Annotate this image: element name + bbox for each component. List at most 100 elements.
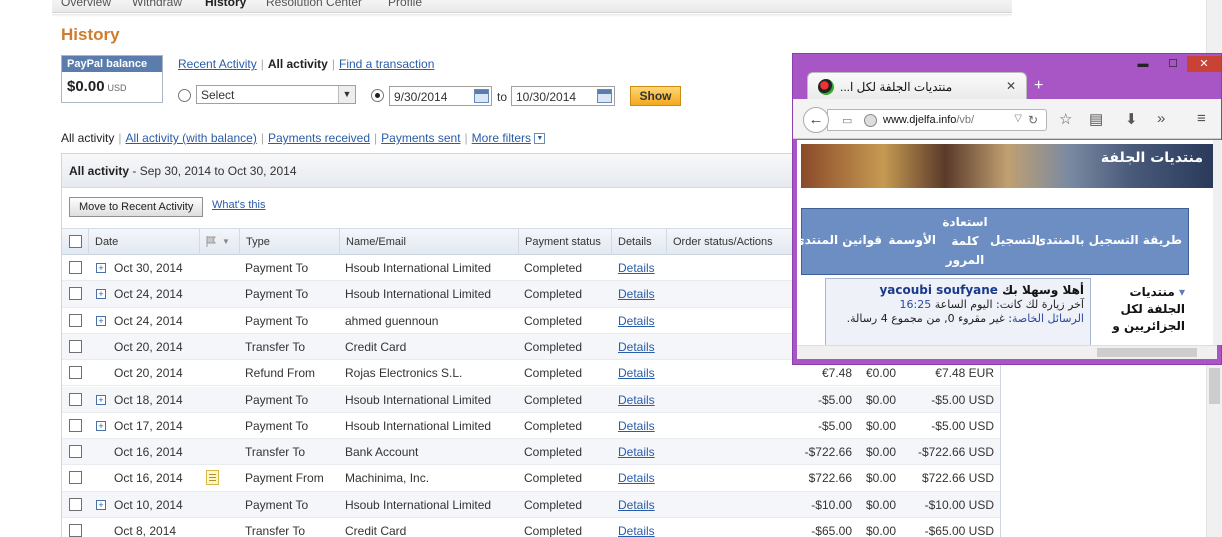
date-range-radio[interactable] [371, 89, 384, 102]
details-link[interactable]: Details [618, 287, 655, 301]
expand-icon[interactable]: + [96, 420, 106, 431]
period-select[interactable]: Select ▼ [196, 85, 356, 104]
expand-icon[interactable]: + [96, 394, 106, 405]
expand-icon[interactable]: + [96, 499, 106, 510]
col-flag[interactable]: ▼ [199, 229, 239, 255]
reading-list-icon[interactable]: ▤ [1089, 110, 1103, 128]
col-date[interactable]: Date [88, 229, 118, 255]
row-status: Completed [524, 392, 583, 407]
browser-tab[interactable]: منتديات الجلفة لكل ا... ✕ [807, 72, 1027, 100]
row-type: Payment To [245, 313, 309, 328]
note-icon[interactable] [206, 470, 219, 486]
filter-payments-received[interactable]: Payments received [268, 131, 370, 145]
col-type[interactable]: Type [239, 229, 270, 255]
more-filters-link[interactable]: More filters [472, 131, 531, 145]
bookmark-star-icon[interactable]: ☆ [1059, 110, 1072, 128]
nav-overview[interactable]: Overview [61, 0, 111, 9]
col-name-email[interactable]: Name/Email [339, 229, 406, 255]
col-payment-status[interactable]: Payment status [518, 229, 601, 255]
flag-icon [206, 236, 216, 247]
filter-all-activity[interactable]: All activity [61, 131, 114, 145]
url-bar[interactable]: ▭ www.djelfa.info/vb/ ▽ ↻ [827, 109, 1047, 131]
row-fee: $0.00 [865, 497, 896, 512]
forum-nav-rules[interactable]: قوانين المنتدى [797, 233, 882, 247]
row-checkbox[interactable] [69, 418, 82, 432]
private-messages-link[interactable]: الرسائل الخاصة [1012, 312, 1084, 325]
from-date-input[interactable]: 9/30/2014 [389, 86, 492, 106]
details-link[interactable]: Details [618, 366, 655, 380]
select-radio[interactable] [178, 89, 191, 102]
table-row[interactable]: + Oct 18, 2014 Payment To Hsoub Internation… [62, 386, 1000, 413]
new-tab-icon[interactable]: + [1034, 77, 1043, 95]
download-icon[interactable]: ⬇ [1125, 110, 1138, 128]
details-link[interactable]: Details [618, 498, 655, 512]
expand-icon[interactable]: + [96, 263, 106, 273]
dropdown-icon[interactable]: ▽ [1014, 113, 1022, 124]
filter-payments-sent[interactable]: Payments sent [381, 131, 460, 145]
forum-nav-registration-guide[interactable]: طريقة التسجيل بالمنتدى [1035, 233, 1182, 247]
details-link[interactable]: Details [618, 419, 655, 433]
forum-horizontal-scrollbar[interactable] [797, 345, 1217, 359]
details-link[interactable]: Details [618, 524, 655, 537]
table-row[interactable]: + Oct 17, 2014 Payment To Hsoub Internation… [62, 413, 1000, 440]
details-link[interactable]: Details [618, 471, 655, 485]
reload-icon[interactable]: ↻ [1028, 113, 1038, 127]
row-checkbox[interactable] [69, 445, 82, 459]
table-row[interactable]: Oct 16, 2014 Transfer To Bank Account Compl… [62, 439, 1000, 466]
tab-title: منتديات الجلفة لكل ا... [840, 80, 953, 94]
col-details[interactable]: Details [611, 229, 652, 255]
to-date-input[interactable]: 10/30/2014 [511, 86, 615, 106]
row-checkbox[interactable] [69, 261, 82, 274]
row-checkbox[interactable] [69, 366, 82, 380]
calendar-icon[interactable] [597, 89, 612, 103]
forum-nav-recover-password[interactable]: استعادة كلمة المرور [942, 213, 988, 270]
expand-icon[interactable]: + [96, 289, 106, 300]
whats-this-link[interactable]: What's this [212, 199, 265, 211]
table-row[interactable]: + Oct 10, 2014 Payment To Hsoub Internation… [62, 491, 1000, 518]
username-link[interactable]: yacoubi soufyane [879, 283, 997, 297]
row-name: Hsoub International Limited [345, 497, 492, 512]
scrollbar-thumb[interactable] [1209, 368, 1220, 404]
close-tab-icon[interactable]: ✕ [1006, 79, 1016, 93]
forum-nav-medals[interactable]: الأوسمة [888, 233, 936, 247]
row-checkbox[interactable] [69, 392, 82, 406]
recent-activity-link[interactable]: Recent Activity [178, 57, 257, 71]
filter-all-with-balance[interactable]: All activity (with balance) [125, 131, 256, 145]
select-all-checkbox[interactable] [69, 235, 82, 248]
details-link[interactable]: Details [618, 261, 655, 275]
row-checkbox[interactable] [69, 287, 82, 301]
details-link[interactable]: Details [618, 445, 655, 459]
nav-history[interactable]: History [205, 0, 246, 9]
back-button[interactable]: ← [803, 107, 829, 133]
details-link[interactable]: Details [618, 314, 655, 328]
nav-withdraw[interactable]: Withdraw [132, 0, 182, 9]
show-button[interactable]: Show [630, 86, 681, 106]
find-transaction-link[interactable]: Find a transaction [339, 57, 434, 71]
row-checkbox[interactable] [69, 313, 82, 327]
overflow-chevron-icon[interactable]: » [1157, 110, 1165, 127]
close-window-icon[interactable]: ✕ [1187, 56, 1221, 72]
site-identity-icon[interactable]: ▭ [842, 114, 852, 127]
calendar-icon[interactable] [474, 89, 489, 103]
table-row[interactable]: Oct 16, 2014 Payment From Machinima, Inc. C… [62, 465, 1000, 492]
nav-resolution-center[interactable]: Resolution Center [266, 0, 362, 9]
row-checkbox[interactable] [69, 471, 82, 485]
row-checkbox[interactable] [69, 339, 82, 353]
details-link[interactable]: Details [618, 340, 655, 354]
forum-title-text[interactable]: منتديات الجلفة لكل الجزائريين و [1112, 285, 1185, 333]
minimize-icon[interactable]: ▬ [1131, 56, 1155, 72]
table-row[interactable]: Oct 8, 2014 Transfer To Credit Card Complet… [62, 518, 1000, 537]
forum-vertical-scrollbar[interactable] [1213, 140, 1222, 345]
row-checkbox[interactable] [69, 524, 82, 537]
nav-profile[interactable]: Profile [388, 0, 422, 9]
maximize-icon[interactable]: ☐ [1161, 56, 1185, 72]
expand-icon[interactable]: + [96, 315, 106, 326]
details-link[interactable]: Details [618, 393, 655, 407]
menu-icon[interactable]: ≡ [1197, 110, 1206, 127]
chevron-down-icon[interactable]: ▼ [534, 133, 546, 145]
row-checkbox[interactable] [69, 497, 82, 511]
col-order-status[interactable]: Order status/Actions [666, 229, 773, 255]
scrollbar-thumb[interactable] [1097, 348, 1197, 357]
move-to-recent-button[interactable]: Move to Recent Activity [69, 197, 204, 217]
forum-nav-register[interactable]: التسجيل [990, 233, 1040, 247]
